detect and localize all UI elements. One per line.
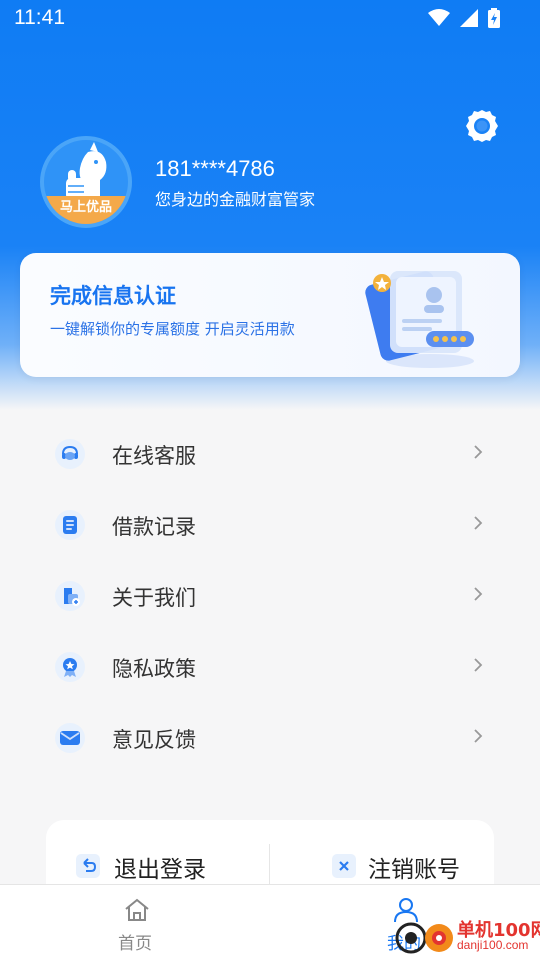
profile-screen: 11:41 马上优品 181****4786 您身边的金融财富管家 完成信息认证…: [0, 0, 540, 960]
chevron-right-icon: [474, 587, 483, 601]
nav-home[interactable]: 首页: [75, 885, 195, 960]
status-icons: [428, 8, 500, 28]
verify-info-card[interactable]: 完成信息认证 一键解锁你的专属额度 开启灵活用款: [20, 253, 520, 377]
menu-item-label: 隐私政策: [112, 657, 196, 681]
menu-item-label: 意见反馈: [112, 728, 196, 752]
battery-charging-icon: [488, 8, 500, 28]
menu-item-about-us[interactable]: 关于我们: [0, 560, 540, 631]
menu-item-label: 关于我们: [112, 586, 196, 610]
menu-list: 在线客服 借款记录 关于我们 隐私政策 意见反馈: [0, 418, 540, 773]
status-time: 11:41: [14, 6, 65, 29]
chevron-right-icon: [474, 729, 483, 743]
cancel-account-label: 注销账号: [368, 857, 460, 883]
logout-arrow-icon: [76, 854, 100, 878]
nav-home-label: 首页: [118, 934, 152, 954]
headset-chat-icon: [55, 439, 85, 469]
user-phone: 181****4786: [155, 156, 275, 181]
home-icon: [125, 898, 149, 921]
privacy-badge-icon: [55, 652, 85, 682]
mail-icon: [55, 723, 85, 753]
action-divider: [269, 844, 270, 888]
gear-icon[interactable]: [464, 108, 500, 144]
close-square-icon: [332, 854, 356, 878]
id-card-illustration-icon: [365, 271, 474, 368]
watermark: 单机100网 danji100.com: [393, 914, 540, 958]
status-bar: 11:41: [0, 0, 540, 38]
about-icon: [55, 581, 85, 611]
wifi-icon: [428, 9, 450, 26]
menu-item-label: 借款记录: [112, 515, 196, 539]
logout-label: 退出登录: [114, 857, 206, 883]
menu-item-label: 在线客服: [112, 444, 196, 468]
menu-item-privacy-policy[interactable]: 隐私政策: [0, 631, 540, 702]
chevron-right-icon: [474, 658, 483, 672]
document-list-icon: [55, 510, 85, 540]
menu-item-loan-records[interactable]: 借款记录: [0, 489, 540, 560]
chevron-right-icon: [474, 516, 483, 530]
user-subtitle: 您身边的金融财富管家: [155, 190, 316, 209]
watermark-domain: danji100.com: [457, 938, 529, 952]
avatar-brand-text: 马上优品: [44, 196, 128, 224]
chevron-right-icon: [474, 445, 483, 459]
logout-button[interactable]: 退出登录: [76, 844, 246, 888]
verify-subtitle: 一键解锁你的专属额度 开启灵活用款: [50, 320, 295, 338]
menu-item-online-service[interactable]: 在线客服: [0, 418, 540, 489]
menu-item-feedback[interactable]: 意见反馈: [0, 702, 540, 773]
signal-icon: [460, 9, 478, 27]
cancel-account-button[interactable]: 注销账号: [332, 844, 482, 888]
avatar[interactable]: 马上优品: [40, 136, 132, 228]
watermark-logo-icon: [395, 922, 453, 954]
verify-title: 完成信息认证: [50, 284, 176, 308]
